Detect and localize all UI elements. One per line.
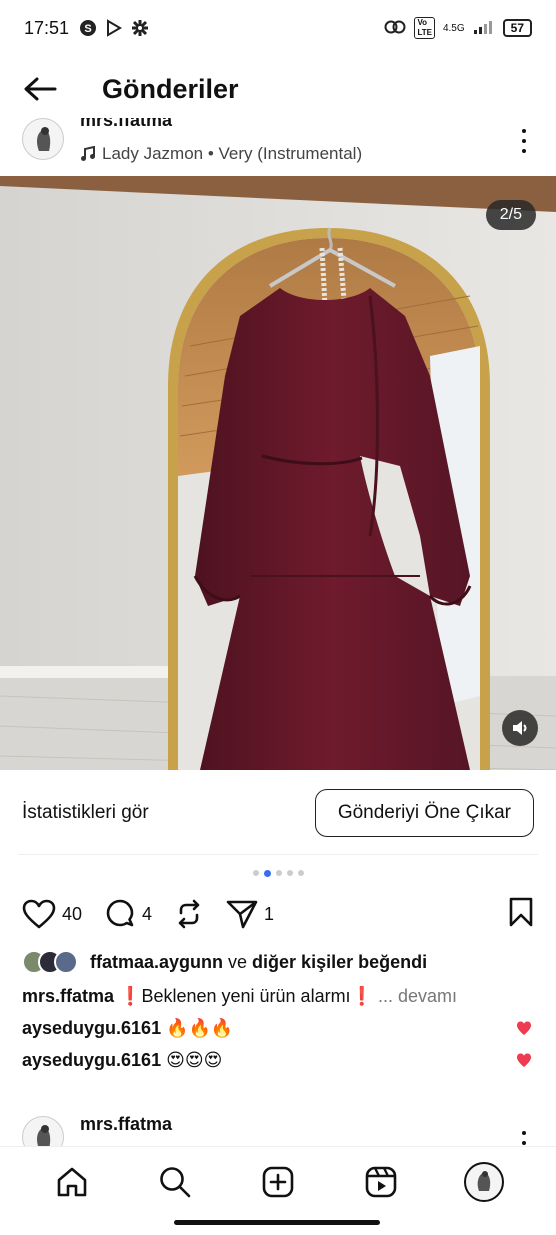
status-bar: 17:51 S Vo LTE 4.5G 57 bbox=[0, 0, 556, 56]
next-post-username[interactable]: mrs.ffatma bbox=[80, 1114, 172, 1135]
comment-username[interactable]: ayseduygu.6161 bbox=[22, 1050, 161, 1070]
back-arrow-icon bbox=[24, 77, 57, 101]
dress-photo bbox=[0, 176, 556, 770]
comments-count: 4 bbox=[142, 903, 153, 924]
page-title: Gönderiler bbox=[102, 73, 239, 104]
carousel-dot bbox=[275, 870, 282, 876]
profile-avatar bbox=[464, 1161, 505, 1202]
link-icon bbox=[384, 20, 406, 37]
network-type: 4.5G bbox=[442, 22, 465, 34]
volte-icon: Vo LTE bbox=[414, 17, 435, 39]
repost-button[interactable] bbox=[174, 899, 204, 929]
liker-avatar bbox=[54, 950, 78, 974]
liker-avatars bbox=[22, 950, 78, 974]
settings-gear-icon bbox=[131, 19, 149, 37]
comment-text: 😍😍😍 bbox=[161, 1050, 223, 1070]
like-button[interactable]: 40 bbox=[22, 899, 82, 929]
nav-search[interactable] bbox=[153, 1160, 197, 1204]
post-username[interactable]: mrs.ffatma bbox=[80, 118, 172, 131]
home-icon bbox=[57, 1167, 86, 1196]
repost-icon bbox=[178, 899, 200, 929]
comment-text: 🔥🔥🔥 bbox=[161, 1018, 234, 1038]
search-icon bbox=[159, 1166, 191, 1197]
likes-count: 40 bbox=[62, 903, 83, 924]
post-header: mrs.ffatma Lady Jazmon • Very (Instrumen… bbox=[0, 118, 556, 174]
notification-s-icon: S bbox=[79, 19, 97, 37]
play-store-icon bbox=[105, 19, 123, 37]
liker-username[interactable]: ffatmaa.aygunn bbox=[90, 952, 223, 973]
post-caption[interactable]: mrs.ffatma ❗Beklenen yeni ürün alarmı❗ .… bbox=[22, 986, 457, 1007]
bookmark-icon bbox=[509, 897, 533, 926]
nav-home[interactable] bbox=[50, 1160, 94, 1204]
comment-like-icon[interactable] bbox=[516, 1020, 532, 1036]
mute-button[interactable] bbox=[502, 710, 538, 746]
liked-by-line[interactable]: ffatmaa.aygunn ve diğer kişiler beğendi bbox=[22, 950, 427, 974]
music-icon bbox=[81, 146, 95, 161]
mute-icon bbox=[513, 721, 527, 735]
comment-username[interactable]: ayseduygu.6161 bbox=[22, 1018, 161, 1038]
comment-button[interactable]: 4 bbox=[104, 898, 152, 930]
comment-item[interactable]: ayseduygu.6161 🔥🔥🔥 bbox=[22, 1018, 233, 1039]
signal-icon bbox=[473, 19, 495, 38]
status-time: 17:51 bbox=[24, 17, 70, 38]
carousel-dot-active bbox=[263, 869, 271, 877]
create-icon bbox=[262, 1166, 294, 1197]
post-owner-actions: İstatistikleri gör Gönderiyi Öne Çıkar bbox=[0, 786, 556, 840]
shares-count: 1 bbox=[264, 903, 275, 924]
divider bbox=[18, 854, 538, 855]
battery-indicator: 57 bbox=[502, 19, 532, 37]
next-post-header: mrs.ffatma bbox=[0, 1110, 556, 1150]
caption-more-link[interactable]: ... devamı bbox=[378, 986, 457, 1006]
carousel-indicator bbox=[0, 869, 556, 877]
app-bar: Gönderiler bbox=[0, 60, 556, 118]
bottom-nav bbox=[0, 1146, 556, 1216]
engagement-bar: 40 4 1 bbox=[22, 896, 534, 932]
home-indicator[interactable] bbox=[174, 1220, 380, 1225]
caption-text: ❗Beklenen yeni ürün alarmı❗ bbox=[114, 986, 378, 1006]
nav-reels[interactable] bbox=[359, 1160, 403, 1204]
heart-icon bbox=[22, 899, 56, 929]
carousel-dot bbox=[286, 870, 293, 876]
back-button[interactable] bbox=[0, 60, 80, 118]
caption-username[interactable]: mrs.ffatma bbox=[22, 986, 114, 1006]
nav-create[interactable] bbox=[256, 1160, 300, 1204]
post-avatar[interactable] bbox=[22, 118, 64, 160]
boost-post-button[interactable]: Gönderiyi Öne Çıkar bbox=[314, 789, 534, 837]
nav-profile[interactable] bbox=[462, 1160, 506, 1204]
carousel-dot bbox=[297, 870, 304, 876]
comment-icon bbox=[106, 899, 134, 927]
more-icon bbox=[522, 1131, 526, 1135]
view-insights-link[interactable]: İstatistikleri gör bbox=[22, 802, 149, 824]
media-counter: 2/5 bbox=[485, 200, 536, 230]
music-title: Lady Jazmon • Very (Instrumental) bbox=[102, 144, 363, 163]
reels-icon bbox=[365, 1166, 397, 1197]
comment-like-icon[interactable] bbox=[516, 1052, 532, 1068]
carousel-dot bbox=[252, 870, 259, 876]
share-icon bbox=[226, 900, 258, 929]
liked-by-connector: ve bbox=[223, 951, 253, 972]
share-button[interactable]: 1 bbox=[226, 899, 274, 929]
post-media[interactable]: 2/5 bbox=[0, 176, 556, 770]
save-button[interactable] bbox=[508, 897, 534, 932]
comment-item[interactable]: ayseduygu.6161 😍😍😍 bbox=[22, 1050, 222, 1071]
next-post-avatar[interactable] bbox=[22, 1116, 64, 1150]
more-icon bbox=[522, 129, 526, 133]
music-info[interactable]: Lady Jazmon • Very (Instrumental) bbox=[80, 144, 362, 164]
svg-text:S: S bbox=[84, 23, 91, 35]
post-more-button[interactable] bbox=[514, 126, 534, 156]
liked-by-others[interactable]: diğer kişiler beğendi bbox=[252, 952, 427, 973]
